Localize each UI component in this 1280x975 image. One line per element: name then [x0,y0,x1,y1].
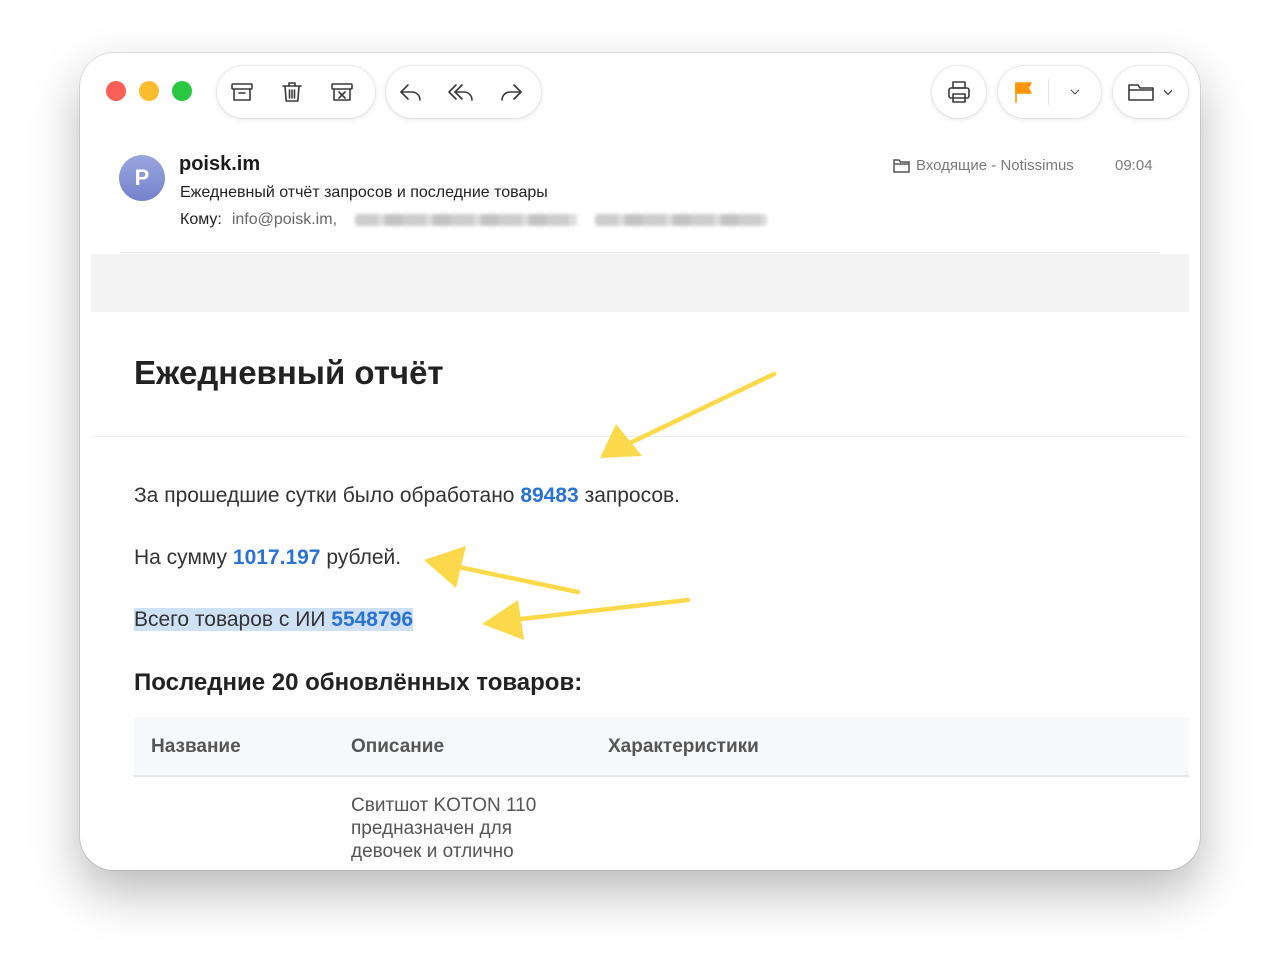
avatar: P [119,155,165,201]
ai-products-count: 5548796 [331,608,414,631]
junk-icon [331,83,353,101]
recipients-row: Кому: info@poisk.im, [180,211,768,229]
print-icon [948,81,970,103]
trash-icon [282,82,302,102]
reply-all-icon [448,84,473,101]
recipient-address[interactable]: info@poisk.im, [232,211,337,229]
amount-value: 1017.197 [232,546,321,569]
report-title: Ежедневный отчёт [134,354,444,391]
column-header-description: Описание [351,736,445,757]
products-table: Название Описание Характеристики Свитшот… [134,717,1189,862]
amount-suffix: рублей. [320,546,402,569]
requests-count: 89483 [520,484,579,507]
flag-menu-button[interactable] [1049,66,1101,118]
print-button[interactable] [932,66,986,118]
email-body: Ежедневный отчёт За прошедшие сутки было… [91,312,1189,870]
title-divider [91,436,1189,437]
flag-button[interactable] [998,66,1048,118]
message-subject: Ежедневный отчёт запросов и последние то… [180,184,548,201]
minimize-window-button[interactable] [139,81,159,101]
redacted-recipient [355,214,578,226]
message-time: 09:04 [1115,157,1153,174]
move-group [1113,66,1188,118]
chevron-down-icon [1163,89,1172,96]
to-label: Кому: [180,211,222,228]
redacted-recipient [595,214,768,226]
forward-icon [501,84,522,101]
requests-line: За прошедшие сутки было обработано 89483… [134,484,680,508]
reply-all-button[interactable] [436,66,486,118]
reply-button[interactable] [386,66,436,118]
requests-label: За прошедшие сутки было обработано [134,484,521,507]
window-controls [106,81,192,101]
requests-suffix: запросов. [578,484,681,507]
message-actions-group [217,66,375,118]
mailbox-label: Входящие - Notissimus [893,157,1074,174]
archive-button[interactable] [217,66,267,118]
zoom-window-button[interactable] [172,81,192,101]
junk-button[interactable] [317,66,367,118]
archive-icon [231,83,253,101]
sender-name[interactable]: poisk.im [179,153,260,176]
amount-label: На сумму [134,546,233,569]
recent-products-heading: Последние 20 обновлённых товаров: [134,669,583,696]
mail-window: P poisk.im Ежедневный отчёт запросов и п… [80,53,1200,870]
email-body-margin [91,254,1189,312]
reply-icon [400,84,421,101]
amount-line: На сумму 1017.197 рублей. [134,546,401,570]
close-window-button[interactable] [106,81,126,101]
forward-button[interactable] [486,66,536,118]
message-header: P poisk.im Ежедневный отчёт запросов и п… [80,149,1200,259]
folder-icon [893,159,910,173]
column-header-name: Название [151,736,241,757]
mailbox-name: Входящие - Notissimus [916,157,1074,174]
selected-text[interactable]: Всего товаров с ИИ 5548796 [134,608,414,631]
header-divider [120,252,1160,253]
ai-products-label: Всего товаров с ИИ [134,608,332,631]
column-header-specs: Характеристики [608,736,759,757]
print-group [932,66,986,118]
chevron-down-icon [1070,89,1080,95]
table-cell-description: Свитшот KOTON 110 предназначен для девоч… [351,795,537,862]
reply-actions-group [386,66,541,118]
delete-button[interactable] [267,66,317,118]
table-header: Название Описание Характеристики [134,717,1189,777]
flag-group [998,66,1101,118]
move-to-mailbox-button[interactable] [1126,78,1176,106]
ai-products-line: Всего товаров с ИИ 5548796 [134,608,414,632]
folder-icon [1127,84,1154,101]
flag-icon [1015,82,1032,103]
